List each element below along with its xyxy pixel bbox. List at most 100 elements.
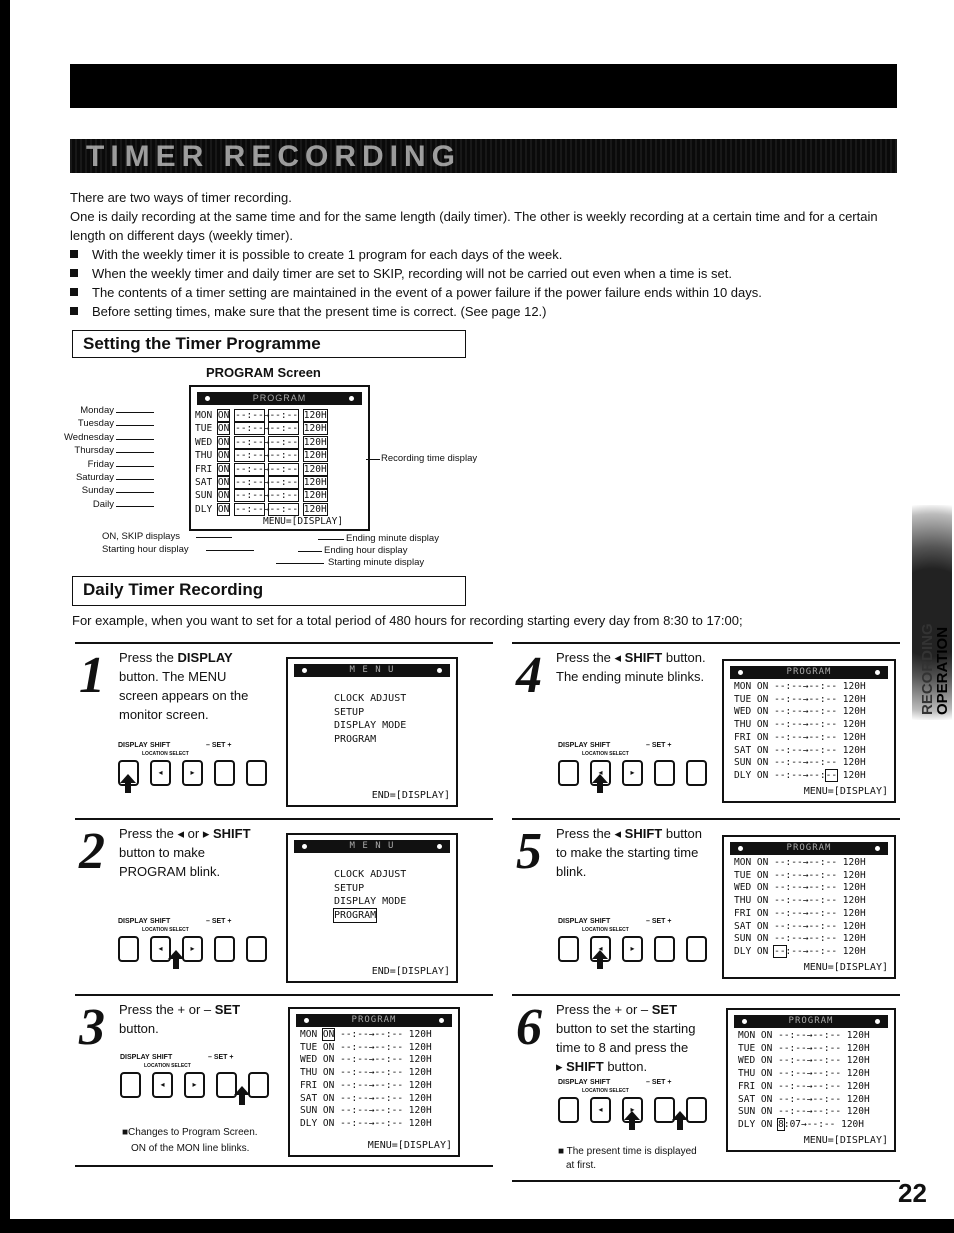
step-instruction: Press the ◂ SHIFT button to make the sta… — [556, 824, 716, 881]
shift-right-button[interactable]: ▸ — [622, 936, 643, 962]
step-note: ■ The present time is displayed — [558, 1146, 697, 1157]
set-plus-button[interactable] — [248, 1072, 269, 1098]
row-day: SAT — [195, 477, 213, 489]
step-instruction: Press the DISPLAY button. The MENU scree… — [119, 648, 269, 724]
step-number: 6 — [516, 999, 542, 1056]
row-end-time: --:-- — [808, 731, 838, 743]
row-end-time: --:-- — [808, 920, 838, 932]
program-row: THU ON --:--→--:-- 120H — [300, 1067, 432, 1080]
row-status: ON — [760, 1106, 773, 1118]
shift-right-button[interactable]: ▸ — [182, 936, 203, 962]
row-start-time: --:-- — [774, 719, 803, 731]
row-end-time: --:-- — [808, 882, 838, 894]
step-instruction: Press the ◂ or ▸ SHIFT button to make PR… — [119, 824, 269, 881]
set-plus-button[interactable] — [686, 936, 707, 962]
set-minus-button[interactable] — [654, 936, 675, 962]
bullet-item: The contents of a timer setting are main… — [70, 283, 900, 302]
row-end-time: --:-- — [808, 857, 838, 868]
row-status: ON — [756, 693, 769, 705]
row-end-time: --:-- — [808, 744, 838, 756]
row-length: 120H — [842, 869, 866, 881]
row-length: 120H — [842, 769, 866, 781]
display-button[interactable] — [558, 1097, 579, 1123]
program-row: FRI ON --:--→--:-- 120H — [195, 462, 328, 476]
display-button[interactable] — [558, 760, 579, 786]
label-location-select: LOCATION SELECT — [582, 1088, 629, 1094]
row-day: SUN — [300, 1105, 318, 1117]
screen-header: PROGRAM — [296, 1014, 452, 1027]
row-end-time: --:-- — [374, 1105, 404, 1117]
press-arrow-stem — [629, 1120, 635, 1130]
row-status: ON — [756, 769, 769, 781]
shift-left-button[interactable]: ◂ — [152, 1072, 173, 1098]
row-day: MON — [734, 857, 752, 868]
set-minus-button[interactable] — [214, 936, 235, 962]
step-number: 5 — [516, 823, 542, 880]
row-length: 120H — [408, 1092, 432, 1104]
row-end-time: --:-- — [374, 1079, 404, 1091]
label-set: – SET + — [206, 918, 232, 925]
row-day: THU — [738, 1068, 756, 1080]
row-length: 120H — [841, 1118, 864, 1130]
shift-left-button[interactable]: ◂ — [590, 1097, 611, 1123]
row-start-time: --:-- — [778, 1042, 807, 1054]
day-label: Saturday — [75, 472, 114, 483]
shift-right-button[interactable]: ▸ — [622, 760, 643, 786]
row-start-time: --:-- — [774, 731, 803, 743]
display-button[interactable] — [558, 936, 579, 962]
program-screen: PROGRAM MON ON --:--→--:-- 120H TUE ON --:… — [288, 1007, 460, 1157]
row-end-time: --:-- — [812, 1093, 842, 1105]
row-end-time: --:-- — [808, 907, 838, 919]
label-set: – SET + — [646, 918, 672, 925]
leader-line — [276, 563, 324, 564]
row-length: 120H — [842, 945, 866, 957]
row-end-time: --:-- — [808, 719, 838, 731]
step-instruction: Press the + or – SET button. — [119, 1000, 269, 1038]
set-minus-button[interactable] — [654, 760, 675, 786]
intro-text: There are two ways of timer recording. O… — [70, 188, 900, 321]
row-start-time: --:-- — [234, 449, 265, 463]
display-button[interactable] — [118, 936, 139, 962]
leader-line — [116, 412, 154, 413]
shift-right-button[interactable]: ▸ — [184, 1072, 205, 1098]
row-end-time: --:-- — [268, 449, 300, 463]
row-day: DLY — [195, 503, 213, 515]
set-plus-button[interactable] — [686, 1097, 707, 1123]
row-day: SUN — [195, 490, 213, 502]
instruction-bold: SHIFT — [624, 650, 663, 665]
row-start-time: --:-- — [234, 422, 265, 436]
instruction-bold: SHIFT — [624, 826, 663, 841]
set-plus-button[interactable] — [686, 760, 707, 786]
shift-left-button[interactable]: ◂ — [150, 760, 171, 786]
row-end-time: --:-- — [808, 693, 838, 705]
shift-right-button[interactable]: ▸ — [182, 760, 203, 786]
dot-icon — [875, 1019, 880, 1024]
row-day: SAT — [734, 744, 752, 756]
row-start-hour: 8 — [777, 1117, 785, 1131]
step-note: at first. — [566, 1160, 597, 1171]
menu-item: PROGRAM — [334, 733, 377, 745]
bullet-item: When the weekly timer and daily timer ar… — [70, 264, 900, 283]
label-shift: SHIFT — [590, 918, 611, 925]
set-minus-button[interactable] — [214, 760, 235, 786]
program-screen: PROGRAM MON ON --:--→--:-- 120H TUE ON --:… — [726, 1008, 896, 1152]
display-button[interactable] — [120, 1072, 141, 1098]
row-start-time: --:-- — [234, 489, 265, 503]
menu-items: CLOCK ADJUST SETUP DISPLAY MODE PROGRAM — [332, 868, 406, 923]
program-row: SAT ON --:--→--:-- 120H — [734, 745, 866, 758]
instruction-text: Press the — [119, 650, 178, 665]
leader-line — [116, 505, 154, 507]
row-start-time: --:-- — [774, 693, 803, 705]
program-row: WED ON --:--→--:-- 120H — [738, 1055, 870, 1068]
set-plus-button[interactable] — [246, 760, 267, 786]
screen-header: PROGRAM — [197, 392, 362, 405]
row-status: ON — [760, 1068, 773, 1080]
row-start-time: --:-- — [234, 409, 265, 422]
instruction-text: Press the ◂ — [556, 650, 625, 665]
set-plus-button[interactable] — [246, 936, 267, 962]
row-status: ON — [216, 409, 231, 422]
divider — [75, 994, 493, 996]
leader-line — [116, 438, 154, 440]
row-length: 120H — [842, 933, 866, 945]
row-status: ON — [756, 907, 769, 919]
